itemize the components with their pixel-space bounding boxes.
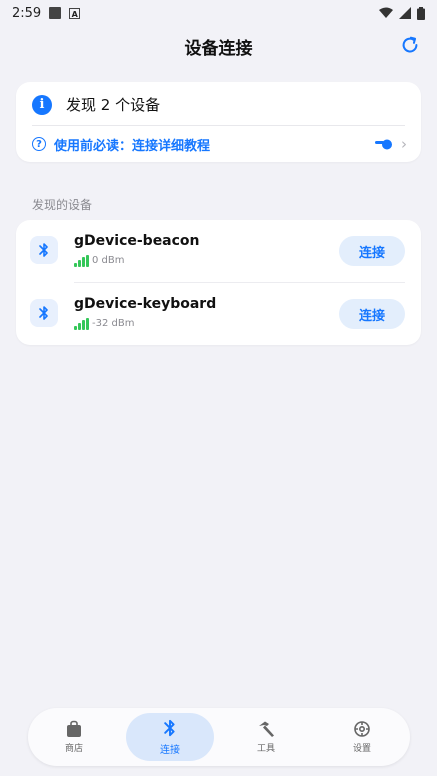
hand-pointer-icon: [375, 139, 392, 150]
tutorial-link[interactable]: ? 使用前必读：连接详细教程 ›: [32, 133, 407, 155]
signal-strength-icon: [74, 318, 89, 330]
hammer-icon: [259, 721, 274, 737]
status-bar: 2:59 A: [0, 0, 437, 26]
connect-button[interactable]: 连接: [339, 299, 405, 329]
tutorial-link-text: 使用前必读：连接详细教程: [54, 138, 211, 154]
device-rssi: 0 dBm: [92, 255, 125, 266]
connect-button[interactable]: 连接: [339, 236, 405, 266]
tab-label: 连接: [160, 745, 180, 756]
info-divider: [32, 125, 405, 126]
list-item: gDevice-keyboard -32 dBm 连接: [16, 283, 421, 345]
signal-strength-icon: [74, 255, 89, 267]
tab-settings[interactable]: 设置: [318, 713, 406, 761]
battery-icon: [417, 6, 425, 20]
app-header: 设备连接: [0, 30, 437, 62]
cell-signal-icon: [399, 7, 411, 19]
refresh-icon[interactable]: [399, 34, 421, 56]
wifi-icon: [379, 7, 393, 18]
font-a-icon: A: [69, 7, 81, 19]
device-rssi: -32 dBm: [92, 318, 135, 329]
info-card: i 发现 2 个设备 ? 使用前必读：连接详细教程 ›: [16, 82, 421, 162]
section-label: 发现的设备: [32, 198, 93, 212]
found-devices-row: i 发现 2 个设备: [32, 94, 160, 115]
tab-shop[interactable]: 商店: [30, 713, 118, 761]
gear-icon: [354, 721, 370, 737]
page-title: 设备连接: [184, 38, 253, 59]
help-icon: ?: [32, 137, 46, 151]
tab-label: 工具: [256, 744, 275, 754]
device-name: gDevice-beacon: [74, 233, 200, 249]
tab-label: 设置: [352, 744, 371, 754]
bluetooth-icon: [30, 236, 58, 264]
tab-connect[interactable]: 连接: [126, 713, 214, 761]
list-item: gDevice-beacon 0 dBm 连接: [16, 220, 421, 282]
device-list: gDevice-beacon 0 dBm 连接 gDevice-keyboard…: [16, 220, 421, 345]
found-devices-text: 发现 2 个设备: [66, 96, 161, 114]
bluetooth-icon: [30, 299, 58, 327]
tab-tools[interactable]: 工具: [222, 713, 310, 761]
status-time: 2:59: [12, 5, 42, 21]
info-icon: i: [32, 94, 52, 115]
tab-label: 商店: [64, 744, 83, 754]
bottom-tab-bar: 商店 连接 工具 设置: [28, 708, 410, 766]
device-name: gDevice-keyboard: [74, 296, 217, 312]
bluetooth-icon: [164, 719, 175, 737]
shop-bag-icon: [67, 720, 81, 737]
chevron-right-icon: ›: [401, 135, 407, 153]
notification-square-icon: [49, 7, 62, 19]
